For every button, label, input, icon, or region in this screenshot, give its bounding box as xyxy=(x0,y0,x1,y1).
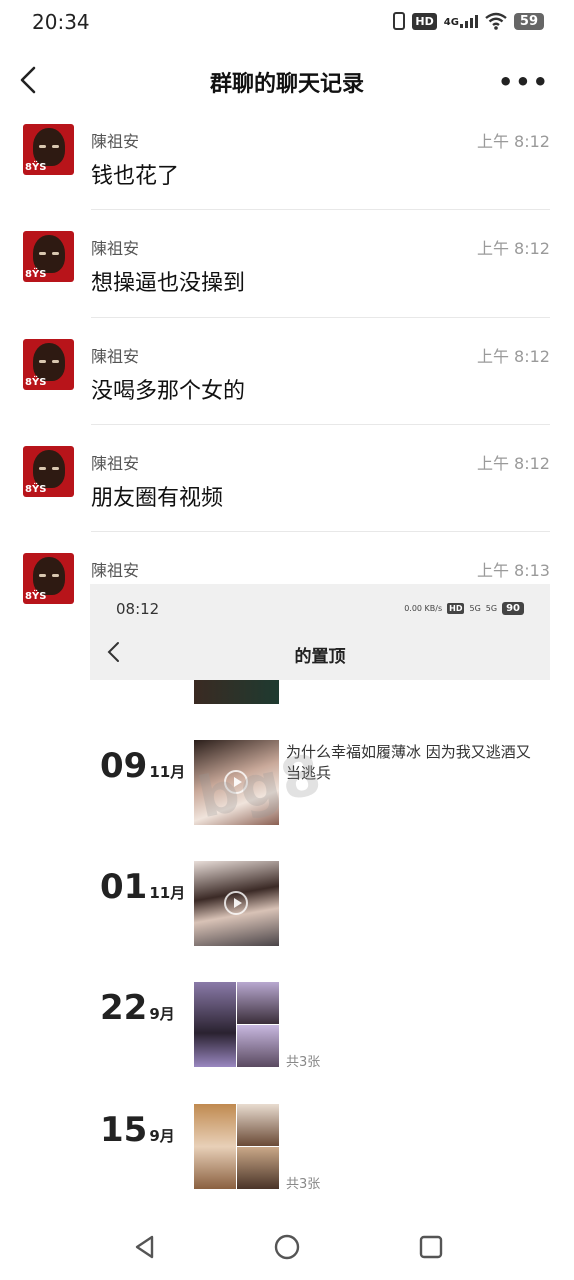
chat-message[interactable]: 8ŸS 陳祖安 上午 8:12 钱也花了 xyxy=(0,124,574,210)
sender-name: 陳祖安 xyxy=(91,239,140,258)
moment-entry[interactable]: 15 9月 共3张 xyxy=(90,1104,550,1192)
sender-name: 陳祖安 xyxy=(91,347,140,366)
entry-day: 22 9月 xyxy=(100,988,175,1028)
sender-name: 陳祖安 xyxy=(91,454,140,473)
avatar[interactable]: 8ŸS xyxy=(23,231,74,282)
chat-message[interactable]: 8ŸS 陳祖安 上午 8:12 没喝多那个女的 xyxy=(0,339,574,425)
video-thumbnail[interactable] xyxy=(194,861,279,946)
divider xyxy=(91,531,550,532)
photo-grid-thumbnail[interactable] xyxy=(194,1104,279,1189)
divider xyxy=(91,317,550,318)
hd-badge: HD xyxy=(447,603,465,614)
message-time: 上午 8:12 xyxy=(476,132,550,151)
wifi-icon xyxy=(485,12,507,30)
vibrate-icon xyxy=(393,12,406,30)
network-label: 5G xyxy=(485,604,498,613)
hd-badge: HD xyxy=(412,12,437,30)
message-time: 上午 8:12 xyxy=(476,239,550,258)
network-label: 5G xyxy=(469,604,481,613)
status-bar: 20:34 HD 4G 59 xyxy=(0,0,574,44)
message-text: 钱也花了 xyxy=(91,164,180,189)
entry-day: 15 9月 xyxy=(100,1110,175,1150)
nav-home-circle-icon[interactable] xyxy=(272,1232,302,1262)
avatar[interactable]: 8ŸS xyxy=(23,124,74,175)
image-message[interactable]: 08:12 0.00 KB/s HD 5G 5G 90 的置顶 09 11月 为什… xyxy=(90,584,550,1220)
photo-count: 共3张 xyxy=(286,1055,321,1070)
nav-back-triangle-icon[interactable] xyxy=(130,1232,160,1262)
entry-caption: 为什么幸福如履薄冰 因为我又逃酒又当逃兵 xyxy=(286,743,531,782)
divider xyxy=(91,424,550,425)
moment-entry[interactable]: 01 11月 xyxy=(90,861,550,947)
shot-status-time: 08:12 xyxy=(116,600,160,618)
entry-day: 09 11月 xyxy=(100,746,186,786)
message-text: 朋友圈有视频 xyxy=(91,486,224,511)
sender-name: 陳祖安 xyxy=(91,561,140,580)
shot-header: 08:12 0.00 KB/s HD 5G 5G 90 的置顶 xyxy=(90,584,550,680)
battery-icon: 59 xyxy=(513,12,544,30)
photo-grid-thumbnail[interactable] xyxy=(194,982,279,1067)
message-time: 上午 8:13 xyxy=(476,561,550,580)
top-nav-bar: 群聊的聊天记录 ••• xyxy=(0,44,574,116)
more-icon[interactable]: ••• xyxy=(498,68,550,96)
avatar[interactable]: 8ŸS xyxy=(23,446,74,497)
battery-icon: 90 xyxy=(502,602,524,615)
message-time: 上午 8:12 xyxy=(476,347,550,366)
nav-recents-square-icon[interactable] xyxy=(416,1232,446,1262)
message-time: 上午 8:12 xyxy=(476,454,550,473)
shot-status-icons: 0.00 KB/s HD 5G 5G 90 xyxy=(404,602,524,615)
signal-4g-icon: 4G xyxy=(443,14,478,28)
entry-day: 01 11月 xyxy=(100,867,186,907)
page-title: 群聊的聊天记录 xyxy=(209,72,364,97)
chat-message[interactable]: 8ŸS 陳祖安 上午 8:12 想操逼也没操到 xyxy=(0,231,574,317)
avatar[interactable]: 8ŸS xyxy=(23,553,74,604)
photo-count: 共3张 xyxy=(286,1177,321,1192)
play-icon xyxy=(224,891,248,915)
shot-title: 的置顶 xyxy=(294,647,346,667)
photo-thumbnail xyxy=(194,680,279,704)
system-nav-bar xyxy=(0,1220,574,1280)
message-text: 没喝多那个女的 xyxy=(91,379,246,404)
speed-label: 0.00 KB/s xyxy=(404,604,443,613)
status-time: 20:34 xyxy=(32,10,90,34)
moment-entry[interactable]: 22 9月 共3张 xyxy=(90,982,550,1070)
network-label: 4G xyxy=(443,16,459,28)
status-icons: HD 4G 59 xyxy=(393,12,544,30)
divider xyxy=(91,209,550,210)
message-text: 想操逼也没操到 xyxy=(91,271,246,296)
chat-message[interactable]: 8ŸS 陳祖安 上午 8:12 朋友圈有视频 xyxy=(0,446,574,532)
sender-name: 陳祖安 xyxy=(91,132,140,151)
avatar[interactable]: 8ŸS xyxy=(23,339,74,390)
